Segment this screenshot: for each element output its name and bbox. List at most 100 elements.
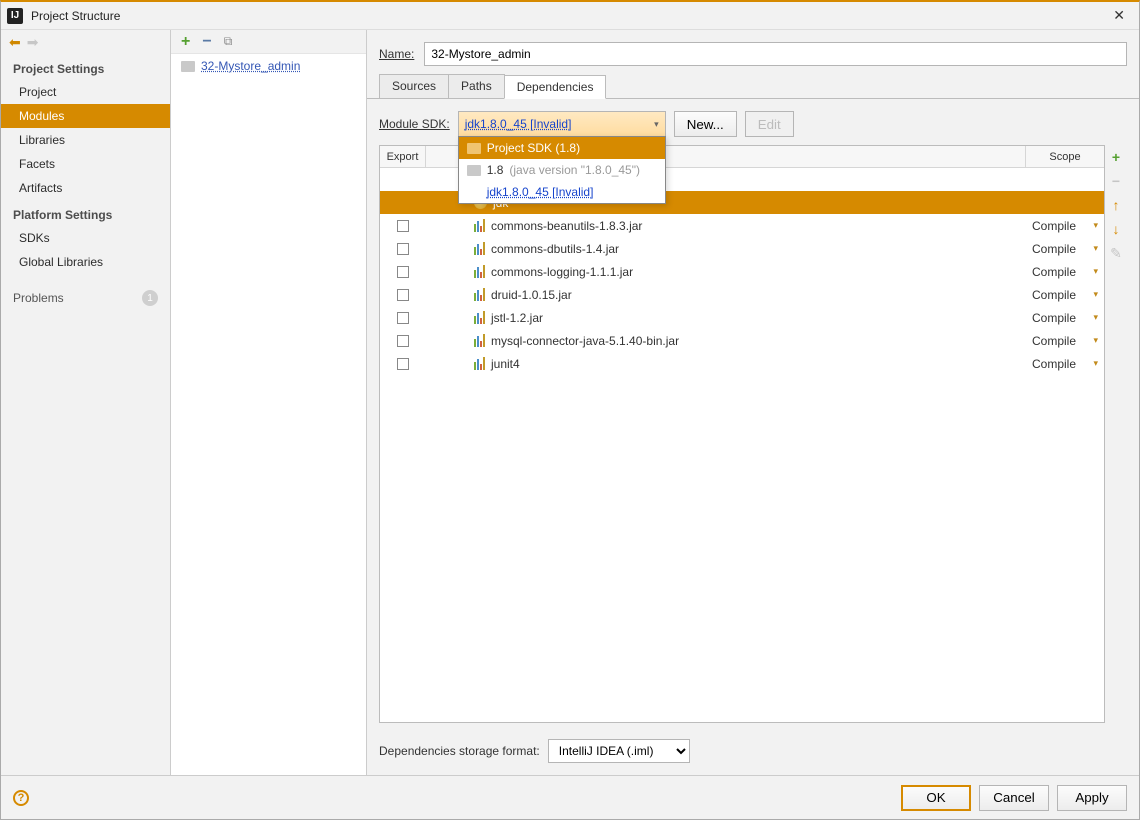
move-up-icon[interactable]: ↑ xyxy=(1113,197,1120,213)
problems-count-badge: 1 xyxy=(142,290,158,306)
remove-dependency-icon[interactable]: − xyxy=(1112,173,1120,189)
scope-value: Compile xyxy=(1032,334,1076,348)
nav-forward-icon[interactable]: ➡ xyxy=(27,34,39,51)
column-scope[interactable]: Scope xyxy=(1026,146,1104,167)
scope-value: Compile xyxy=(1032,311,1076,325)
move-down-icon[interactable]: ↓ xyxy=(1113,221,1120,237)
left-nav: ⬅ ➡ Project Settings Project Modules Lib… xyxy=(1,30,171,775)
library-icon xyxy=(474,357,485,370)
scope-cell[interactable]: Compile ▾ xyxy=(1026,357,1104,371)
nav-artifacts[interactable]: Artifacts xyxy=(1,176,170,200)
tab-dependencies[interactable]: Dependencies xyxy=(504,75,607,99)
nav-sdks[interactable]: SDKs xyxy=(1,226,170,250)
chevron-down-icon: ▾ xyxy=(1093,266,1098,277)
storage-format-select[interactable]: IntelliJ IDEA (.iml) xyxy=(548,739,690,763)
chevron-down-icon: ▾ xyxy=(1093,289,1098,300)
chevron-down-icon: ▾ xyxy=(1093,312,1098,323)
table-row[interactable]: jstl-1.2.jar Compile ▾ xyxy=(380,306,1104,329)
scope-cell[interactable]: Compile ▾ xyxy=(1026,334,1104,348)
sdk-option-label: jdk1.8.0_45 [Invalid] xyxy=(487,185,594,199)
table-row[interactable]: junit4 Compile ▾ xyxy=(380,352,1104,375)
nav-project[interactable]: Project xyxy=(1,80,170,104)
export-checkbox[interactable] xyxy=(397,335,409,347)
apply-button[interactable]: Apply xyxy=(1057,785,1127,811)
library-icon xyxy=(474,288,485,301)
sdk-option-18[interactable]: 1.8 (java version "1.8.0_45") xyxy=(459,159,665,181)
table-row[interactable]: druid-1.0.15.jar Compile▾ xyxy=(380,283,1104,306)
nav-libraries[interactable]: Libraries xyxy=(1,128,170,152)
export-checkbox[interactable] xyxy=(397,243,409,255)
remove-module-icon[interactable]: − xyxy=(202,33,211,51)
table-side-tools: + − ↑ ↓ ✎ xyxy=(1105,145,1127,723)
table-row[interactable]: commons-dbutils-1.4.jar Compile▾ xyxy=(380,237,1104,260)
scope-cell[interactable]: Compile▾ xyxy=(1026,219,1104,233)
nav-global-libraries[interactable]: Global Libraries xyxy=(1,250,170,274)
dependency-name: druid-1.0.15.jar xyxy=(491,288,572,302)
export-cell xyxy=(380,266,426,278)
export-checkbox[interactable] xyxy=(397,220,409,232)
table-row[interactable]: mysql-connector-java-5.1.40-bin.jar Compi… xyxy=(380,329,1104,352)
nav-facets[interactable]: Facets xyxy=(1,152,170,176)
cancel-button[interactable]: Cancel xyxy=(979,785,1049,811)
ok-button[interactable]: OK xyxy=(901,785,971,811)
export-checkbox[interactable] xyxy=(397,312,409,324)
modules-list-pane: + − ⧉ 32-Mystore_admin xyxy=(171,30,367,775)
folder-icon xyxy=(467,143,481,154)
dependencies-table: Export Scope <Module source>jdkcommons-b… xyxy=(379,145,1105,723)
dependency-name: commons-logging-1.1.1.jar xyxy=(491,265,633,279)
export-checkbox[interactable] xyxy=(397,266,409,278)
name-cell: junit4 xyxy=(426,357,1026,371)
name-cell: jstl-1.2.jar xyxy=(426,311,1026,325)
scope-cell[interactable]: Compile▾ xyxy=(1026,265,1104,279)
sdk-option-label: 1.8 xyxy=(487,163,504,177)
dependency-name: jstl-1.2.jar xyxy=(491,311,543,325)
library-icon xyxy=(474,242,485,255)
project-settings-header: Project Settings xyxy=(1,54,170,80)
tab-sources[interactable]: Sources xyxy=(379,74,449,98)
table-row[interactable]: commons-logging-1.1.1.jar Compile▾ xyxy=(380,260,1104,283)
help-icon[interactable]: ? xyxy=(13,790,29,806)
module-sdk-dropdown[interactable]: jdk1.8.0_45 [Invalid] ▾ xyxy=(458,111,666,137)
close-icon[interactable]: ✕ xyxy=(1105,5,1133,26)
export-checkbox[interactable] xyxy=(397,289,409,301)
name-cell: commons-dbutils-1.4.jar xyxy=(426,242,1026,256)
new-sdk-button[interactable]: New... xyxy=(674,111,737,137)
dependency-name: commons-beanutils-1.8.3.jar xyxy=(491,219,642,233)
table-row[interactable]: commons-beanutils-1.8.3.jar Compile▾ xyxy=(380,214,1104,237)
nav-modules[interactable]: Modules xyxy=(1,104,170,128)
export-checkbox[interactable] xyxy=(397,358,409,370)
nav-problems[interactable]: Problems 1 xyxy=(1,282,170,314)
add-module-icon[interactable]: + xyxy=(181,33,190,51)
scope-cell[interactable]: Compile▾ xyxy=(1026,242,1104,256)
storage-format-label: Dependencies storage format: xyxy=(379,744,540,758)
chevron-down-icon: ▾ xyxy=(1093,358,1098,369)
add-dependency-icon[interactable]: + xyxy=(1112,149,1120,165)
scope-cell[interactable]: Compile▾ xyxy=(1026,288,1104,302)
export-cell xyxy=(380,335,426,347)
module-sdk-label: Module SDK: xyxy=(379,117,450,131)
chevron-down-icon: ▾ xyxy=(1093,220,1098,231)
chevron-down-icon: ▾ xyxy=(654,119,659,130)
copy-module-icon[interactable]: ⧉ xyxy=(224,34,233,49)
edit-dependency-icon[interactable]: ✎ xyxy=(1110,245,1122,262)
column-export[interactable]: Export xyxy=(380,146,426,167)
name-cell: mysql-connector-java-5.1.40-bin.jar xyxy=(426,334,1026,348)
edit-sdk-button: Edit xyxy=(745,111,794,137)
chevron-down-icon: ▾ xyxy=(1093,335,1098,346)
tab-paths[interactable]: Paths xyxy=(448,74,505,98)
sdk-option-invalid[interactable]: jdk1.8.0_45 [Invalid] xyxy=(459,181,665,203)
module-name-text: 32-Mystore_admin xyxy=(201,59,300,73)
module-tabs: Sources Paths Dependencies xyxy=(367,74,1139,99)
module-name-input[interactable] xyxy=(424,42,1127,66)
folder-icon xyxy=(467,165,481,176)
sdk-option-project[interactable]: Project SDK (1.8) xyxy=(459,137,665,159)
scope-cell[interactable]: Compile ▾ xyxy=(1026,311,1104,325)
export-cell xyxy=(380,220,426,232)
window-title: Project Structure xyxy=(31,9,1105,23)
scope-value: Compile xyxy=(1032,357,1076,371)
dependency-name: mysql-connector-java-5.1.40-bin.jar xyxy=(491,334,679,348)
export-cell xyxy=(380,312,426,324)
dependency-name: commons-dbutils-1.4.jar xyxy=(491,242,619,256)
nav-back-icon[interactable]: ⬅ xyxy=(9,34,21,51)
module-item[interactable]: 32-Mystore_admin xyxy=(171,54,366,78)
